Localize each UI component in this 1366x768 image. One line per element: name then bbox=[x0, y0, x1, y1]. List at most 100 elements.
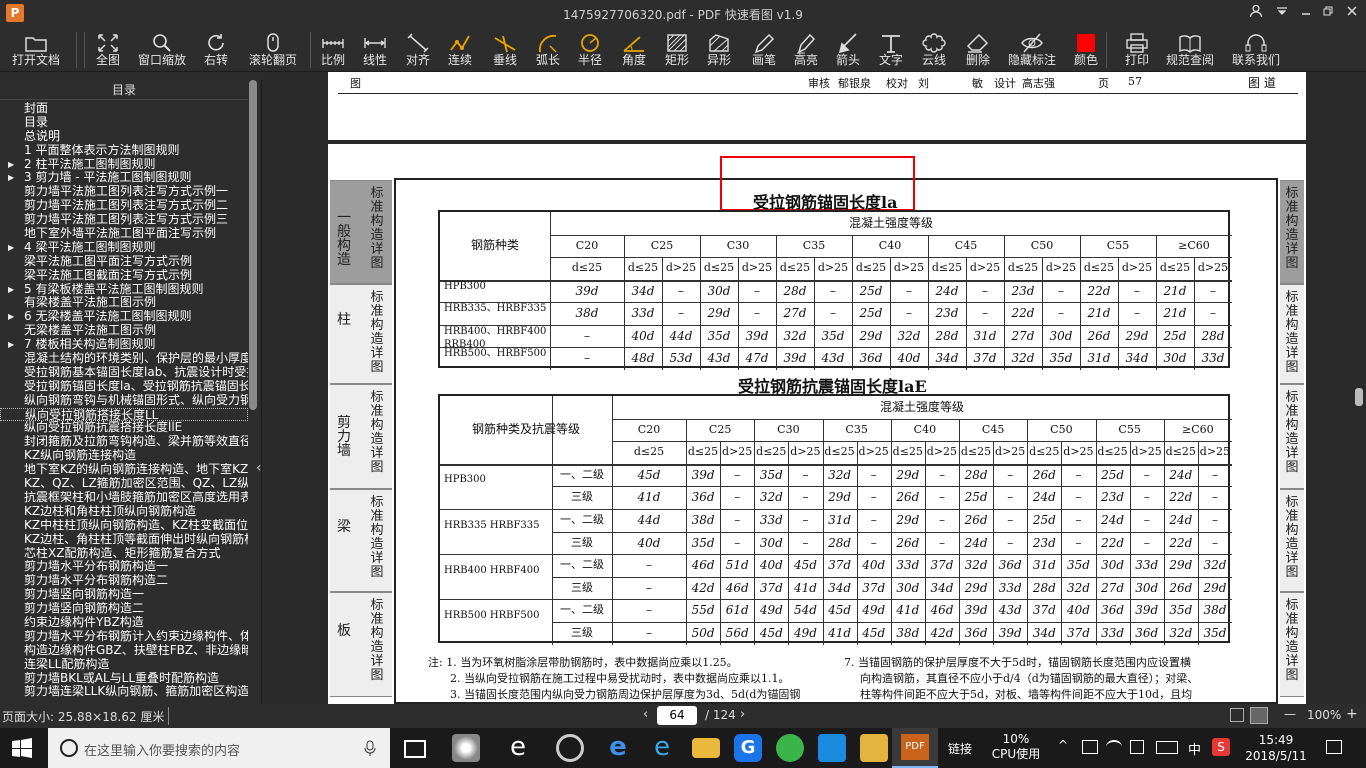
expand-arrow-icon[interactable]: ▶ bbox=[8, 241, 14, 255]
windows-start-icon[interactable] bbox=[12, 738, 32, 762]
zoom-in-icon[interactable]: + bbox=[1346, 706, 1358, 722]
toc-item[interactable]: KZ纵向钢筋连接构造 bbox=[0, 449, 248, 463]
minimize-button[interactable] bbox=[1296, 4, 1316, 24]
user-icon[interactable] bbox=[1246, 4, 1266, 24]
tool-cont-button[interactable]: 连续 bbox=[442, 28, 478, 72]
toc-item[interactable]: 剪力墙竖向钢筋构造二 bbox=[0, 602, 248, 616]
show-hidden-icons[interactable]: ^ bbox=[1058, 738, 1068, 752]
toc-item[interactable]: 地下室KZ的纵向钢筋连接构造、地下室KZ的 bbox=[0, 463, 248, 477]
zoom-out-icon[interactable]: — bbox=[1284, 707, 1296, 721]
toc-item[interactable]: 梁平法施工图截面注写方式示例 bbox=[0, 269, 248, 283]
single-page-view-icon[interactable] bbox=[1230, 708, 1244, 722]
toc-item[interactable]: 剪力墙连梁LLK纵向钢筋、箍筋加密区构造 bbox=[0, 685, 248, 699]
close-button[interactable] bbox=[1342, 4, 1362, 24]
toc-item[interactable]: KZ边柱和角柱柱顶纵向钢筋构造 bbox=[0, 505, 248, 519]
toc-item[interactable]: 剪力墙平法施工图列表注写方式示例一 bbox=[0, 185, 248, 199]
menu-dropdown-icon[interactable] bbox=[1272, 4, 1292, 24]
continuous-view-icon[interactable] bbox=[1250, 707, 1268, 724]
toc-item[interactable]: 封闭箍筋及拉筋弯钩构造、梁并筋等效直径 bbox=[0, 435, 248, 449]
volume-icon[interactable] bbox=[1130, 740, 1144, 754]
toc-item[interactable]: KZ中柱柱顶纵向钢筋构造、KZ柱变截面位置 bbox=[0, 519, 248, 533]
toc-scrollbar[interactable] bbox=[249, 80, 257, 704]
ime-indicator[interactable]: 中 bbox=[1188, 739, 1201, 758]
toc-item[interactable]: 剪力墙竖向钢筋构造一 bbox=[0, 588, 248, 602]
toc-item[interactable]: 抗震框架柱和小墙肢箍筋加密区高度选用表 bbox=[0, 491, 248, 505]
tool-cloud-button[interactable]: 云线 bbox=[914, 28, 954, 72]
tool-perp-button[interactable]: 垂线 bbox=[488, 28, 522, 72]
viewer-scroll-thumb[interactable] bbox=[1355, 388, 1363, 406]
notifications-icon[interactable] bbox=[1326, 740, 1342, 754]
toc-item[interactable]: ▶ 3 剪力墙 - 平法施工图制图规则 bbox=[0, 171, 248, 185]
tool-print-button[interactable]: 打印 bbox=[1118, 28, 1156, 72]
toc-item[interactable]: 梁平法施工图平面注写方式示例 bbox=[0, 255, 248, 269]
tool-hide-button[interactable]: 隐藏标注 bbox=[1004, 28, 1060, 72]
toc-item[interactable]: 剪力墙BKL或AL与LL重叠时配筋构造 bbox=[0, 672, 248, 686]
toc-item[interactable]: ▶ 5 有梁板楼盖平法施工图制图规则 bbox=[0, 283, 248, 297]
toc-item[interactable]: 受拉钢筋基本锚固长度lab、抗震设计时受拉 bbox=[0, 366, 248, 380]
taskbar-app-fan-icon[interactable] bbox=[452, 734, 480, 762]
toc-item[interactable]: 芯柱XZ配筋构造、矩形箍筋复合方式 bbox=[0, 547, 248, 561]
taskbar-explorer-icon[interactable] bbox=[692, 738, 720, 758]
page-number-input[interactable]: 64 bbox=[657, 706, 697, 725]
taskbar-edge-icon[interactable]: e bbox=[604, 734, 632, 762]
expand-arrow-icon[interactable]: ▶ bbox=[8, 171, 14, 185]
tool-rotate-button[interactable]: 右转 bbox=[200, 28, 232, 72]
tool-fit-button[interactable]: 全图 bbox=[88, 28, 128, 72]
clock[interactable]: 15:49 2018/5/11 bbox=[1244, 732, 1308, 764]
tool-align-button[interactable]: 对齐 bbox=[400, 28, 436, 72]
toc-scroll-thumb[interactable] bbox=[249, 80, 257, 410]
toc-item[interactable]: KZ、QZ、LZ箍筋加密区范围、QZ、LZ纵向钢 bbox=[0, 477, 248, 491]
toc-item[interactable]: 剪力墙水平分布钢筋构造一 bbox=[0, 560, 248, 574]
toc-item[interactable]: 纵向受拉钢筋搭接长度LL bbox=[0, 407, 248, 422]
tool-open-button[interactable]: 打开文档 bbox=[4, 28, 68, 72]
tool-radius-button[interactable]: 半径 bbox=[572, 28, 608, 72]
taskbar-app-g-icon[interactable]: G bbox=[734, 734, 762, 762]
battery-icon[interactable] bbox=[1082, 740, 1098, 754]
toc-item[interactable]: ▶ 7 楼板相关构造制图规则 bbox=[0, 338, 248, 352]
keyboard-icon[interactable] bbox=[1156, 741, 1178, 754]
toc-item[interactable]: 封面 bbox=[0, 102, 248, 116]
taskbar-ie-icon[interactable]: e bbox=[504, 734, 532, 762]
taskbar-app-plus-icon[interactable] bbox=[818, 734, 846, 762]
toc-item[interactable]: ▶ 6 无梁楼盖平法施工图制图规则 bbox=[0, 310, 248, 324]
expand-arrow-icon[interactable]: ▶ bbox=[8, 158, 14, 172]
tool-shape-button[interactable]: 异形 bbox=[700, 28, 738, 72]
toc-item[interactable]: ▶ 4 梁平法施工图制图规则 bbox=[0, 241, 248, 255]
toc-item[interactable]: 剪力墙平法施工图列表注写方式示例三 bbox=[0, 213, 248, 227]
tool-hl-button[interactable]: 高亮 bbox=[788, 28, 824, 72]
wifi-icon[interactable] bbox=[1106, 740, 1122, 754]
toc-item[interactable]: 1 平面整体表示方法制图规则 bbox=[0, 144, 248, 158]
toc-item[interactable]: 受拉钢筋锚固长度la、受拉钢筋抗震锚固长 bbox=[0, 380, 248, 394]
toc-item[interactable]: 剪力墙水平分布钢筋计入约束边缘构件、体 bbox=[0, 630, 248, 644]
tool-spec-button[interactable]: 规范查阅 bbox=[1160, 28, 1220, 72]
tool-rect-button[interactable]: 矩形 bbox=[658, 28, 696, 72]
tool-text-button[interactable]: 文字 bbox=[872, 28, 910, 72]
expand-arrow-icon[interactable]: ▶ bbox=[8, 338, 14, 352]
tool-arc-button[interactable]: 弧长 bbox=[530, 28, 566, 72]
tool-pen-button[interactable]: 画笔 bbox=[746, 28, 782, 72]
next-page-icon[interactable]: › bbox=[740, 707, 745, 722]
prev-page-icon[interactable]: ‹ bbox=[643, 707, 648, 722]
toc-item[interactable]: KZ边柱、角柱柱顶等截面伸出时纵向钢筋构 bbox=[0, 533, 248, 547]
toc-item[interactable]: 地下室外墙平法施工图平面注写示例 bbox=[0, 227, 248, 241]
toc-item[interactable]: 剪力墙平法施工图列表注写方式示例二 bbox=[0, 199, 248, 213]
taskbar-pdf-viewer-active[interactable]: PDF bbox=[892, 728, 938, 768]
toc-item[interactable]: 总说明 bbox=[0, 130, 248, 144]
tool-scroll-button[interactable]: 滚轮翻页 bbox=[246, 28, 300, 72]
toc-item[interactable]: 纵向钢筋弯钩与机械锚固形式、纵向受力钢 bbox=[0, 394, 248, 408]
taskbar-app-notes-icon[interactable] bbox=[860, 734, 888, 762]
toc-item[interactable]: 约束边缘构件YBZ构造 bbox=[0, 616, 248, 630]
toc-item[interactable]: 纵向受拉钢筋抗震搭接长度llE bbox=[0, 421, 248, 435]
toc-item[interactable]: 连梁LL配筋构造 bbox=[0, 658, 248, 672]
toc-item[interactable]: ▶ 2 柱平法施工图制图规则 bbox=[0, 158, 248, 172]
taskbar-ie-blue-icon[interactable]: e bbox=[648, 734, 676, 762]
toc-item[interactable]: 目录 bbox=[0, 116, 248, 130]
toc-item[interactable]: 无梁楼盖平法施工图示例 bbox=[0, 324, 248, 338]
tool-color-button[interactable]: 颜色 bbox=[1066, 28, 1106, 72]
expand-arrow-icon[interactable]: ▶ bbox=[8, 310, 14, 324]
tool-contact-button[interactable]: 联系我们 bbox=[1228, 28, 1284, 72]
tool-angle-button[interactable]: 角度 bbox=[616, 28, 652, 72]
taskbar-app-green-icon[interactable] bbox=[776, 734, 804, 762]
document-viewer[interactable]: 图审核 郁银泉 校对刘敏设计 高志强页 57 图 道 一般构造 标准构造详图柱标准构造详图剪… bbox=[263, 72, 1366, 704]
tool-scale-button[interactable]: 比例 bbox=[316, 28, 350, 72]
